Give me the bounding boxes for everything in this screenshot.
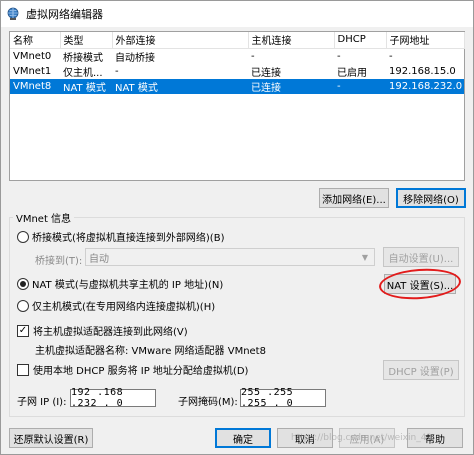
ok-button[interactable]: 确定	[215, 428, 271, 448]
add-network-button[interactable]: 添加网络(E)...	[319, 188, 389, 208]
checkbox-unchecked	[17, 363, 29, 376]
table-row[interactable]: VMnet1 仅主机... - 已连接 已启用 192.168.15.0	[10, 64, 464, 79]
table-cell: 仅主机...	[63, 67, 103, 79]
subnet-ip-input[interactable]: 192 .168 .232 . 0	[70, 387, 156, 409]
table-cell: 桥接模式	[63, 52, 103, 64]
remove-network-button[interactable]: 移除网络(O)	[396, 188, 466, 208]
restore-defaults-button[interactable]: 还原默认设置(R)	[9, 428, 93, 448]
bridge-to-label: 桥接到(T):	[35, 256, 83, 267]
checkmark-icon: ✓	[17, 324, 29, 337]
window-title: 虚拟网络编辑器	[26, 8, 103, 21]
table-cell: -	[251, 50, 255, 62]
table-cell: -	[334, 78, 386, 94]
adapter-name-label: 主机虚拟适配器名称: VMware 网络适配器 VMnet8	[35, 346, 266, 357]
title-bar[interactable]: 虚拟网络编辑器	[1, 1, 473, 27]
use-dhcp-checkbox[interactable]: 使用本地 DHCP 服务将 IP 地址分配给虚拟机(D)	[17, 362, 248, 377]
connect-adapter-checkbox[interactable]: ✓ 将主机虚拟适配器连接到此网络(V)	[17, 323, 188, 338]
use-dhcp-label: 使用本地 DHCP 服务将 IP 地址分配给虚拟机(D)	[33, 366, 249, 377]
bridge-mode-radio[interactable]: 桥接模式(将虚拟机直接连接到外部网络)(B)	[17, 229, 224, 244]
connect-adapter-label: 将主机虚拟适配器连接到此网络(V)	[33, 327, 188, 338]
table-cell: NAT 模式	[60, 78, 112, 94]
host-only-radio[interactable]: 仅主机模式(在专用网络内连接虚拟机)(H)	[17, 298, 215, 313]
nat-mode-label: NAT 模式(与虚拟机共享主机的 IP 地址)(N)	[32, 280, 224, 291]
radio-indicator	[17, 299, 29, 312]
table-cell: -	[389, 50, 393, 62]
table-cell: VMnet0	[13, 50, 52, 62]
vmnet-info-label: VMnet 信息	[13, 210, 75, 225]
table-row-selected[interactable]: VMnet8 NAT 模式 NAT 模式 已连接 - 192.168.232.0	[10, 78, 464, 94]
table-cell: 192.168.232.0	[386, 78, 464, 94]
subnet-mask-label: 子网掩码(M):	[178, 397, 238, 408]
column-header-name[interactable]: 名称	[10, 32, 61, 49]
subnet-ip-label: 子网 IP (I):	[17, 397, 67, 408]
table-cell: NAT 模式	[112, 78, 248, 94]
table-cell: -	[337, 50, 341, 62]
bridge-mode-label: 桥接模式(将虚拟机直接连接到外部网络)(B)	[32, 233, 225, 244]
watermark-text: https://blog.csdn.net/weixin_43...	[291, 433, 441, 443]
auto-settings-button[interactable]: 自动设置(U)...	[383, 247, 459, 267]
dhcp-settings-button[interactable]: DHCP 设置(P)	[383, 360, 459, 380]
radio-indicator-checked	[17, 277, 29, 290]
table-cell: VMnet8	[10, 78, 60, 94]
table-cell: 已连接	[248, 78, 334, 94]
column-header-subnet[interactable]: 子网地址	[386, 32, 465, 49]
virtual-network-editor-window: 虚拟网络编辑器 名称 类型 外部连接 主机连接 DHCP 子网地址 VMnet0	[0, 0, 474, 455]
column-header-external[interactable]: 外部连接	[112, 32, 249, 49]
table-header-row: 名称 类型 外部连接 主机连接 DHCP 子网地址	[10, 32, 465, 49]
nat-mode-radio[interactable]: NAT 模式(与虚拟机共享主机的 IP 地址)(N)	[17, 276, 223, 291]
chevron-down-icon: ▼	[361, 252, 369, 262]
host-only-label: 仅主机模式(在专用网络内连接虚拟机)(H)	[32, 302, 216, 313]
column-header-host[interactable]: 主机连接	[248, 32, 335, 49]
table-cell: 已启用	[337, 67, 367, 79]
radio-indicator	[17, 230, 29, 243]
table-cell: VMnet1	[13, 65, 52, 77]
bridge-to-value: 自动	[89, 253, 109, 265]
subnet-mask-input[interactable]: 255 .255 .255 . 0	[240, 387, 326, 409]
table-cell: 已连接	[251, 67, 281, 79]
network-list[interactable]: 名称 类型 外部连接 主机连接 DHCP 子网地址 VMnet0 桥接模式 自动…	[9, 31, 465, 181]
table-cell: 192.168.15.0	[389, 65, 456, 77]
table-cell: 自动桥接	[115, 52, 155, 64]
table-cell: -	[115, 65, 119, 77]
table-row[interactable]: VMnet0 桥接模式 自动桥接 - - -	[10, 48, 464, 64]
column-header-type[interactable]: 类型	[60, 32, 113, 49]
bridge-to-select[interactable]: 自动 ▼	[85, 248, 375, 266]
network-globe-icon	[7, 7, 19, 20]
column-header-dhcp[interactable]: DHCP	[334, 32, 387, 49]
nat-settings-button[interactable]: NAT 设置(S)...	[384, 274, 456, 294]
